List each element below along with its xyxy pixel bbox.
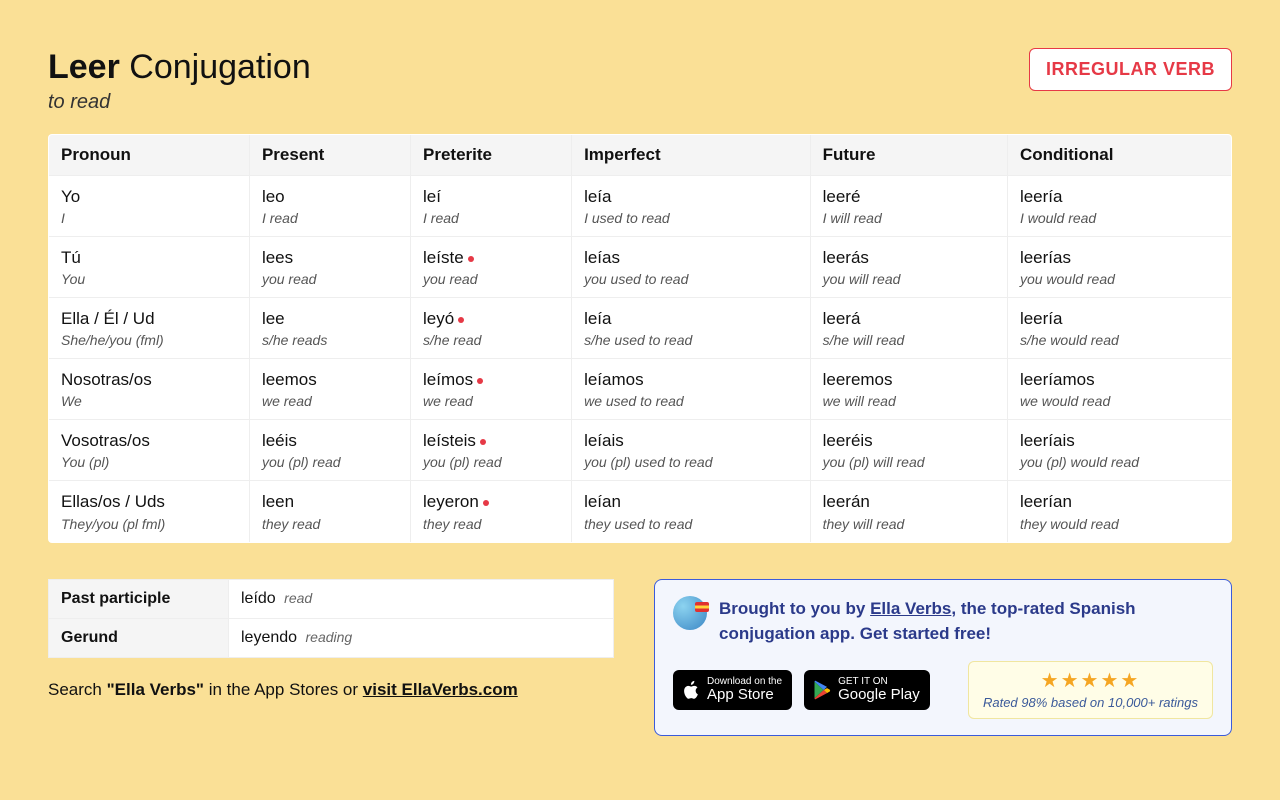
conjugation-cell: leeríasyou would read bbox=[1007, 237, 1231, 298]
conjugation-cell: leoI read bbox=[249, 176, 410, 237]
promo-icon bbox=[673, 596, 707, 630]
past-participle-label: Past participle bbox=[49, 579, 229, 618]
rating-box: ★★★★★ Rated 98% based on 10,000+ ratings bbox=[968, 661, 1213, 719]
play-icon bbox=[812, 680, 832, 700]
stars-icon: ★★★★★ bbox=[983, 668, 1198, 693]
google-play-badge[interactable]: GET IT ONGoogle Play bbox=[804, 670, 930, 710]
conjugation-cell: leíaisyou (pl) used to read bbox=[572, 420, 811, 481]
apple-icon bbox=[681, 680, 701, 700]
conjugation-cell: leísteyou read bbox=[411, 237, 572, 298]
forms-table: Past participle leído read Gerund leyend… bbox=[48, 579, 614, 658]
verb-meaning: to read bbox=[48, 91, 311, 114]
title-block: Leer Conjugation to read bbox=[48, 48, 311, 114]
pronoun-cell: TúYou bbox=[49, 237, 250, 298]
conjugation-cell: leyós/he read bbox=[411, 298, 572, 359]
pronoun-cell: Nosotras/osWe bbox=[49, 359, 250, 420]
conjugation-cell: leísteisyou (pl) read bbox=[411, 420, 572, 481]
conjugation-cell: leeríamoswe would read bbox=[1007, 359, 1231, 420]
conjugation-cell: leeremoswe will read bbox=[810, 359, 1007, 420]
conjugation-cell: leyeronthey read bbox=[411, 481, 572, 542]
conjugation-cell: leeríanthey would read bbox=[1007, 481, 1231, 542]
conjugation-cell: leeréisyou (pl) will read bbox=[810, 420, 1007, 481]
column-header: Pronoun bbox=[49, 135, 250, 176]
conjugation-cell: leíasyou used to read bbox=[572, 237, 811, 298]
table-row: YoIleoI readleíI readleíaI used to readl… bbox=[49, 176, 1232, 237]
past-participle-value: leído read bbox=[229, 579, 614, 618]
page-title: Leer Conjugation bbox=[48, 48, 311, 87]
irregular-dot-icon bbox=[480, 439, 486, 445]
irregular-dot-icon bbox=[483, 500, 489, 506]
gerund-label: Gerund bbox=[49, 618, 229, 657]
table-row: Ella / Él / UdShe/he/you (fml)lees/he re… bbox=[49, 298, 1232, 359]
conjugation-cell: leíanthey used to read bbox=[572, 481, 811, 542]
irregular-dot-icon bbox=[468, 256, 474, 262]
conjugation-cell: leíI read bbox=[411, 176, 572, 237]
pronoun-cell: Ellas/os / UdsThey/you (pl fml) bbox=[49, 481, 250, 542]
irregular-dot-icon bbox=[458, 317, 464, 323]
table-row: Ellas/os / UdsThey/you (pl fml)leenthey … bbox=[49, 481, 1232, 542]
conjugation-cell: leesyou read bbox=[249, 237, 410, 298]
gerund-value: leyendo reading bbox=[229, 618, 614, 657]
conjugation-cell: lees/he reads bbox=[249, 298, 410, 359]
visit-link[interactable]: visit EllaVerbs.com bbox=[363, 680, 518, 699]
column-header: Future bbox=[810, 135, 1007, 176]
pronoun-cell: YoI bbox=[49, 176, 250, 237]
conjugation-cell: leeréI will read bbox=[810, 176, 1007, 237]
conjugation-cell: leenthey read bbox=[249, 481, 410, 542]
table-row: Nosotras/osWeleemoswe readleímoswe readl… bbox=[49, 359, 1232, 420]
conjugation-cell: leeránthey will read bbox=[810, 481, 1007, 542]
conjugation-cell: leeríaisyou (pl) would read bbox=[1007, 420, 1231, 481]
title-suffix: Conjugation bbox=[129, 48, 310, 86]
conjugation-table: PronounPresentPreteriteImperfectFutureCo… bbox=[48, 134, 1232, 543]
pronoun-cell: Ella / Él / UdShe/he/you (fml) bbox=[49, 298, 250, 359]
column-header: Conditional bbox=[1007, 135, 1231, 176]
table-row: Vosotras/osYou (pl)leéisyou (pl) readleí… bbox=[49, 420, 1232, 481]
conjugation-cell: leíaI used to read bbox=[572, 176, 811, 237]
conjugation-cell: leeríaI would read bbox=[1007, 176, 1231, 237]
promo-text: Brought to you by Ella Verbs, the top-ra… bbox=[719, 596, 1213, 647]
verb-name: Leer bbox=[48, 48, 120, 86]
ella-verbs-link[interactable]: Ella Verbs bbox=[870, 599, 951, 618]
table-row: TúYouleesyou readleísteyou readleíasyou … bbox=[49, 237, 1232, 298]
conjugation-cell: leemoswe read bbox=[249, 359, 410, 420]
column-header: Present bbox=[249, 135, 410, 176]
irregular-badge: IRREGULAR VERB bbox=[1029, 48, 1232, 91]
search-line: Search "Ella Verbs" in the App Stores or… bbox=[48, 680, 614, 700]
conjugation-cell: leías/he used to read bbox=[572, 298, 811, 359]
conjugation-cell: leímoswe read bbox=[411, 359, 572, 420]
app-store-badge[interactable]: Download on theApp Store bbox=[673, 670, 792, 710]
column-header: Preterite bbox=[411, 135, 572, 176]
conjugation-cell: leerásyou will read bbox=[810, 237, 1007, 298]
conjugation-cell: leéisyou (pl) read bbox=[249, 420, 410, 481]
pronoun-cell: Vosotras/osYou (pl) bbox=[49, 420, 250, 481]
conjugation-cell: leíamoswe used to read bbox=[572, 359, 811, 420]
conjugation-cell: leerías/he would read bbox=[1007, 298, 1231, 359]
column-header: Imperfect bbox=[572, 135, 811, 176]
conjugation-cell: leerás/he will read bbox=[810, 298, 1007, 359]
promo-box: Brought to you by Ella Verbs, the top-ra… bbox=[654, 579, 1232, 736]
irregular-dot-icon bbox=[477, 378, 483, 384]
rating-text: Rated 98% based on 10,000+ ratings bbox=[983, 695, 1198, 710]
